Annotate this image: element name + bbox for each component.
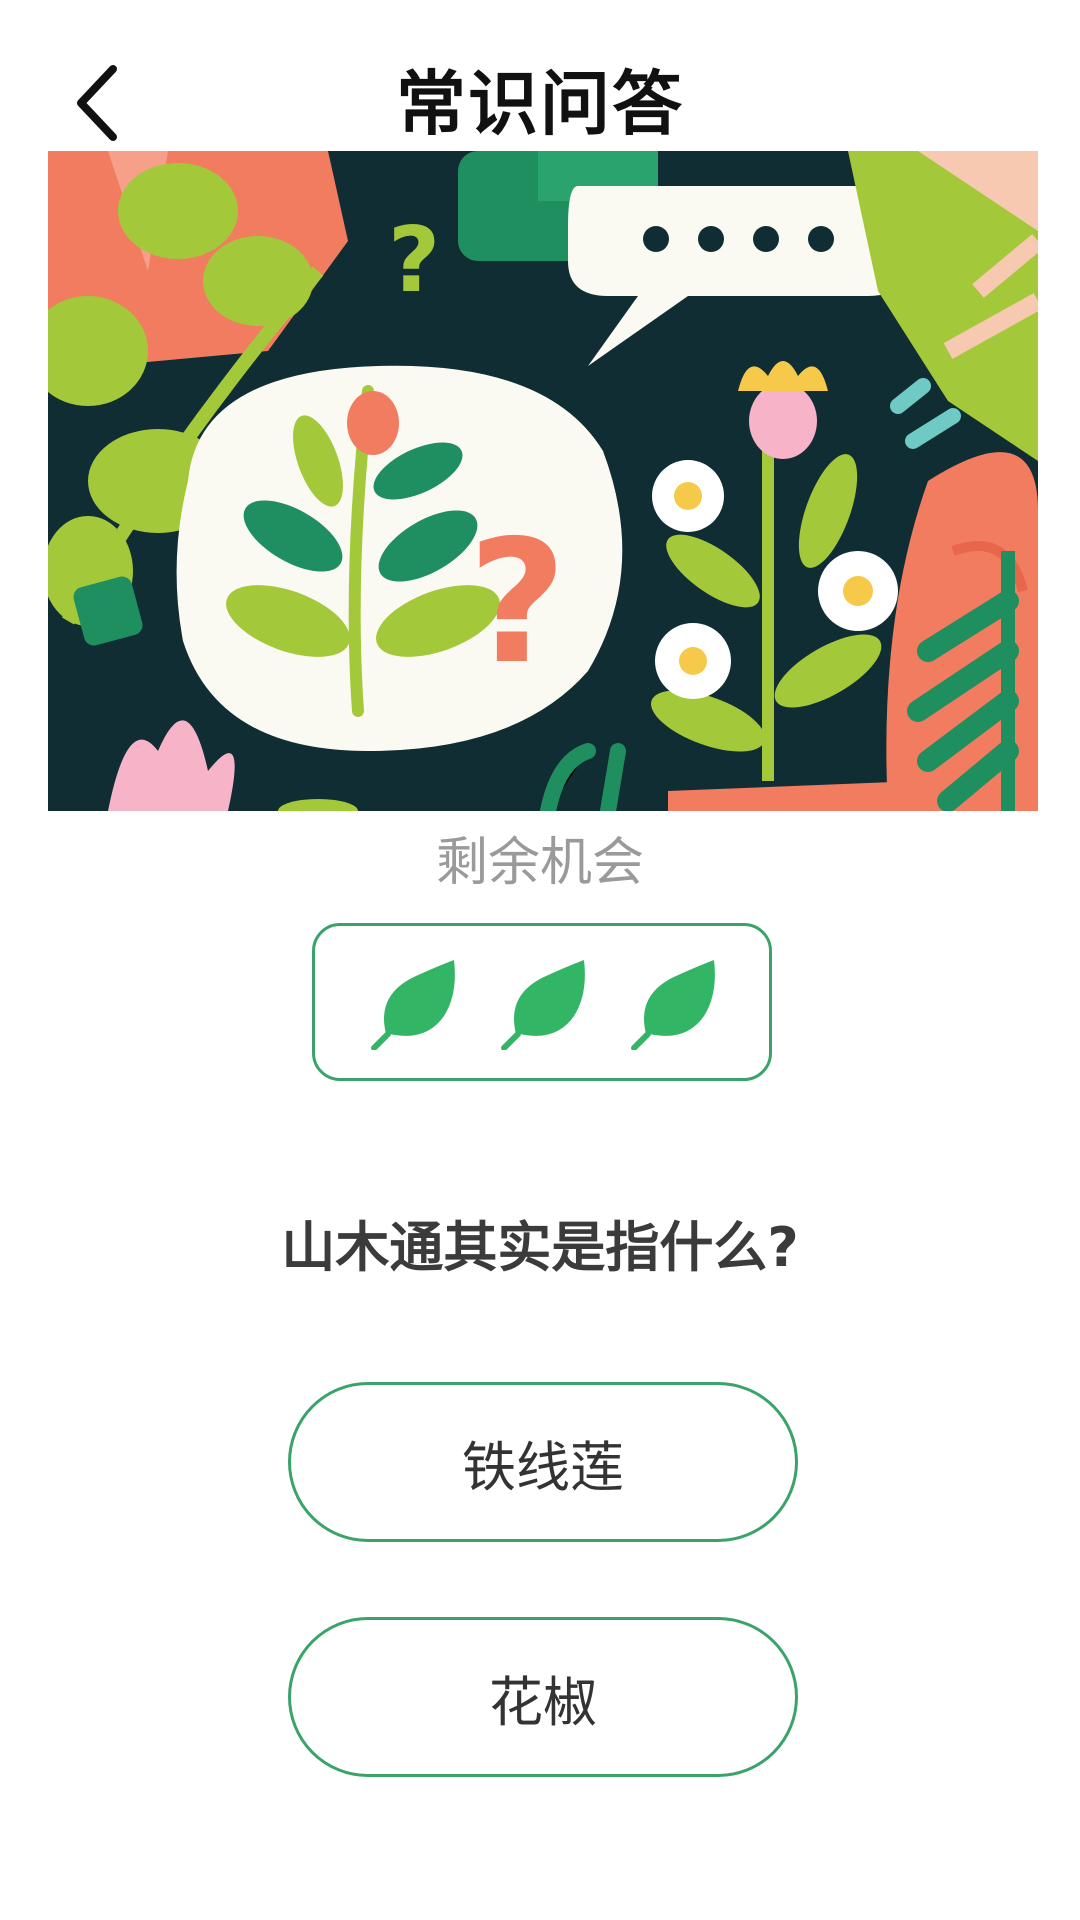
question-text: 山木通其实是指什么?	[281, 1216, 799, 1279]
answer-option-1[interactable]: 铁线莲	[288, 1382, 798, 1542]
lives-indicator	[312, 923, 772, 1081]
remaining-chances-label: 剩余机会	[435, 833, 644, 893]
leaf-icon	[631, 960, 715, 1050]
banner-illustration: ? ?	[48, 151, 1038, 811]
svg-text:?: ?	[388, 208, 440, 313]
page-title: 常识问答	[396, 63, 684, 145]
answer-option-label: 花椒	[489, 1670, 597, 1734]
svg-text:?: ?	[468, 504, 567, 702]
quiz-page: 常识问答 ? ? 剩余机会 山木通其实是指什么? 铁线莲 花椒	[0, 0, 1080, 1920]
answer-option-2[interactable]: 花椒	[288, 1617, 798, 1777]
answer-option-label: 铁线莲	[462, 1435, 624, 1499]
leaf-icon	[371, 960, 455, 1050]
leaf-icon	[501, 960, 585, 1050]
